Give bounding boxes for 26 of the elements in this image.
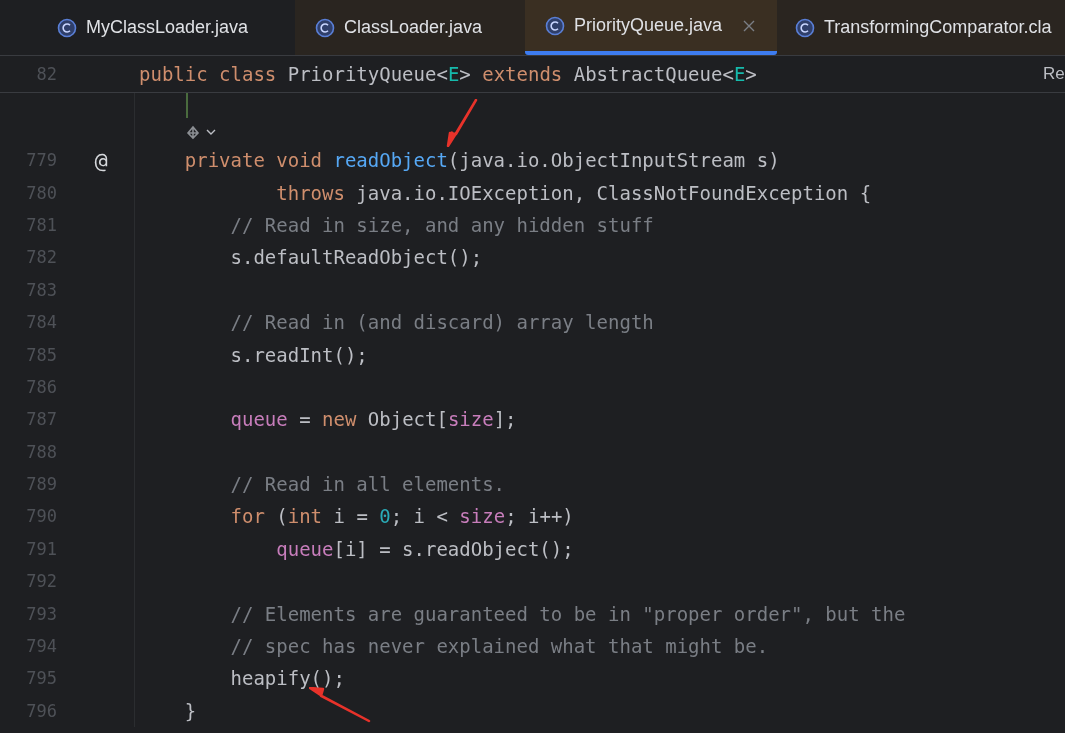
code-line: for (int i = 0; i < size; i++) [229,505,574,528]
class-icon [795,17,815,38]
code-line: // Elements are guaranteed to be in "proper order", but the [229,602,906,625]
code-line: // Read in (and discard) array length [229,311,654,334]
class-icon [57,17,77,38]
close-icon[interactable] [743,19,756,32]
editor-tab[interactable]: ClassLoader.java [295,0,525,55]
editor-tab[interactable]: TransformingComparator.cla [777,0,1065,55]
editor-tab[interactable]: MyClassLoader.java [0,0,295,55]
code-line: queue = new Object[size]; [229,408,517,431]
code-line: // Read in size, and any hidden stuff [229,213,654,236]
reader-mode-label[interactable]: Re [1043,64,1065,84]
code-line: queue[i] = s.readObject(); [275,537,574,560]
code-line: private void readObject(java.io.ObjectInputStream s) [139,149,780,172]
code-line: s.readInt(); [229,343,368,366]
code-line: throws java.io.IOException, ClassNotFoundException { [275,181,872,204]
code-line: // spec has never explained what that might be. [229,635,769,658]
code-line: s.defaultReadObject(); [229,246,483,269]
code-line: public class PriorityQueue<E> extends AbstractQueue<E> [139,63,757,85]
editor-tab[interactable]: PriorityQueue.java [525,0,777,55]
override-marker[interactable]: @ [94,147,108,173]
code-line: } [183,699,197,722]
class-icon [315,17,335,38]
code-line: // Read in all elements. [229,473,506,496]
code-line: heapify(); [139,667,345,690]
class-icon [545,15,565,36]
